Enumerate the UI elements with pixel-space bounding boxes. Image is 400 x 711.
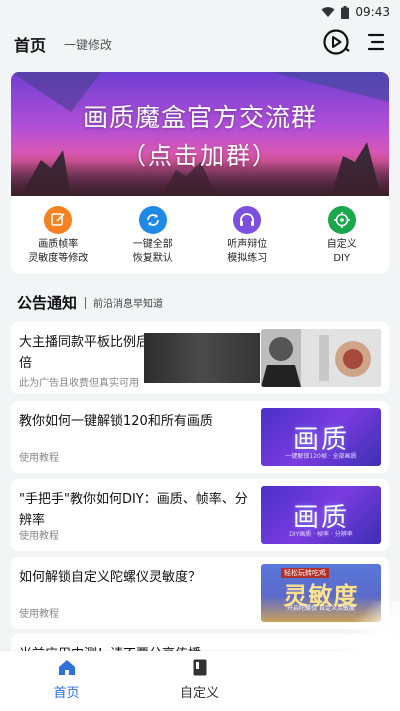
notice-header: 公告通知 前沿消息早知道 [17,292,163,313]
nav-label: 首页 [53,686,80,701]
edit-icon [44,206,73,234]
article-thumbnail: 画质 一键解锁120帧 · 全部画质 [261,408,381,466]
thumbnail-title: 画质 [292,424,349,455]
quick-action-restore[interactable]: 一键全部 恢复默认 [106,196,201,274]
article-meta: 此为广告且收费但真实可用 [19,378,139,389]
refresh-icon [138,206,167,234]
article-title: "手把手"教你如何DIY：画质、帧率、分辨率 [19,492,248,528]
page-title: 首页 [14,36,47,55]
thumbnail-title: 画质 [292,502,349,533]
quick-action-label: 一键全部 恢复默认 [132,239,173,264]
divider [85,296,87,309]
article-meta: 使用教程 [19,531,59,542]
notice-subtitle: 前沿消息早知道 [93,299,164,310]
article-thumbnail: 轻松玩转吃鸡 灵敏度 开启陀螺仪 自定义灵敏度 [261,564,381,622]
blurred-overlay [144,333,260,383]
notice-title: 公告通知 [17,294,78,312]
article-title: 教你如何一键解锁120和所有画质 [19,414,213,429]
quick-action-label: 听声辩位 模拟练习 [227,239,268,264]
article-meta: 使用教程 [19,609,59,620]
thumbnail-caption: 开启陀螺仪 自定义灵敏度 [287,605,355,612]
article-card[interactable]: 教你如何一键解锁120和所有画质 使用教程 画质 一键解锁120帧 · 全部画质 [11,401,389,473]
article-meta: 使用教程 [19,453,59,464]
app-header: 首页 一键修改 [0,24,400,64]
status-bar: 09:43 [0,0,400,24]
battery-icon [341,5,350,19]
nav-label: 自定义 [179,686,219,701]
thumbnail-caption: 一键解锁120帧 · 全部画质 [285,453,357,460]
article-card[interactable]: 如何解锁自定义陀螺仪灵敏度？ 使用教程 轻松玩转吃鸡 灵敏度 开启陀螺仪 自定义… [11,557,389,629]
quick-actions-panel: 画质帧率 灵敏度等修改 一键全部 恢复默认 听声辩位 模拟练习 自定义 DIY [11,196,389,274]
nav-tab-home[interactable]: 首页 [0,651,133,711]
header-actions [322,28,386,60]
banner-subtitle: （点击加群） [122,142,278,170]
page-subtitle: 一键修改 [64,37,113,52]
quick-action-custom-diy[interactable]: 自定义 DIY [295,196,390,274]
quick-action-sound-practice[interactable]: 听声辩位 模拟练习 [200,196,295,274]
target-icon [327,206,356,234]
play-circle-icon [323,29,350,55]
thumbnail-caption: DIY画质 · 帧率 · 分辨率 [289,531,353,538]
wifi-icon [321,7,335,17]
quick-action-label: 自定义 DIY [326,239,357,264]
article-title: 如何解锁自定义陀螺仪灵敏度？ [19,570,202,585]
join-group-banner[interactable]: 画质魔盒官方交流群 （点击加群） [11,72,389,196]
thumbnail-banner: 轻松玩转吃鸡 [281,568,329,578]
article-thumbnail: 画质 DIY画质 · 帧率 · 分辨率 [261,486,381,544]
quick-action-modify[interactable]: 画质帧率 灵敏度等修改 [11,196,106,274]
nav-tab-custom[interactable]: 自定义 [133,651,266,711]
status-time: 09:43 [355,5,390,19]
article-card[interactable]: "手把手"教你如何DIY：画质、帧率、分辨率 使用教程 画质 DIY画质 · 帧… [11,479,389,551]
article-thumbnail [261,329,381,387]
banner-title: 画质魔盒官方交流群 [82,103,317,132]
book-icon [193,659,206,676]
menu-button[interactable] [366,32,386,56]
home-icon [58,660,75,675]
bottom-nav: 首页 自定义 [0,651,400,711]
headset-icon [233,206,262,234]
play-button[interactable] [322,28,350,60]
menu-icon [367,33,385,51]
quick-action-label: 画质帧率 灵敏度等修改 [28,239,89,264]
